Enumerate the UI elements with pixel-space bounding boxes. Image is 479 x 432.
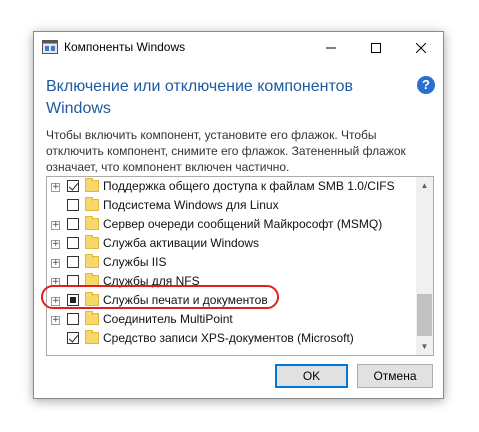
scrollbar-thumb[interactable]	[417, 294, 432, 336]
close-icon	[415, 42, 426, 53]
feature-checkbox[interactable]	[67, 180, 79, 192]
scroll-up-arrow-icon[interactable]: ▲	[416, 177, 433, 194]
ok-button[interactable]: OK	[275, 364, 348, 388]
feature-row[interactable]: Подсистема Windows для Linux	[47, 197, 417, 216]
feature-row[interactable]: + Поддержка общего доступа к файлам SMB 1…	[47, 178, 417, 197]
minimize-icon	[325, 47, 336, 48]
feature-label: Соединитель MultiPoint	[103, 312, 233, 326]
highlight-annotation	[41, 285, 279, 309]
folder-icon	[85, 254, 99, 268]
feature-checkbox[interactable]	[67, 332, 79, 344]
expand-plus-icon[interactable]: +	[51, 259, 60, 268]
folder-icon	[85, 216, 99, 230]
feature-checkbox[interactable]	[67, 313, 79, 325]
feature-checkbox[interactable]	[67, 256, 79, 268]
dialog-heading: Включение или отключение компонентов Win…	[46, 78, 353, 117]
feature-row[interactable]: + Службы IIS	[47, 254, 417, 273]
maximize-icon	[370, 42, 381, 53]
feature-row[interactable]: + Соединитель MultiPoint	[47, 311, 417, 330]
help-icon[interactable]: ?	[417, 76, 435, 94]
window-title: Компоненты Windows	[64, 40, 186, 54]
cancel-button[interactable]: Отмена	[357, 364, 433, 388]
feature-row[interactable]: + Служба активации Windows	[47, 235, 417, 254]
feature-label: Служба активации Windows	[103, 236, 260, 250]
close-button[interactable]	[398, 32, 443, 63]
feature-label: Службы IIS	[103, 255, 167, 269]
feature-label: Поддержка общего доступа к файлам SMB 1.…	[103, 179, 395, 193]
feature-label: Средство записи XPS-документов (Microsof…	[103, 331, 354, 345]
feature-checkbox[interactable]	[67, 218, 79, 230]
vertical-scrollbar[interactable]: ▲ ▼	[416, 177, 433, 355]
title-bar[interactable]: Компоненты Windows	[34, 32, 443, 63]
maximize-button[interactable]	[353, 32, 398, 63]
folder-icon	[85, 311, 99, 325]
folder-icon	[85, 197, 99, 211]
feature-row[interactable]: Средство записи XPS-документов (Microsof…	[47, 330, 417, 349]
expand-plus-icon[interactable]: +	[51, 240, 60, 249]
scroll-down-arrow-icon[interactable]: ▼	[416, 338, 433, 355]
feature-checkbox[interactable]	[67, 237, 79, 249]
minimize-button[interactable]	[308, 32, 353, 63]
expand-plus-icon[interactable]: +	[51, 183, 60, 192]
folder-icon	[85, 178, 99, 192]
dialog-description: Чтобы включить компонент, установите его…	[46, 128, 406, 174]
expand-plus-icon[interactable]: +	[51, 316, 60, 325]
windows-features-dialog: Компоненты Windows Включение или отключе…	[33, 31, 444, 399]
feature-label: Подсистема Windows для Linux	[103, 198, 279, 212]
folder-icon	[85, 330, 99, 344]
features-tree[interactable]: + Поддержка общего доступа к файлам SMB 1…	[46, 176, 434, 356]
feature-checkbox[interactable]	[67, 199, 79, 211]
feature-row[interactable]: + Сервер очереди сообщений Майкрософт (MS…	[47, 216, 417, 235]
folder-icon	[85, 235, 99, 249]
expand-plus-icon[interactable]: +	[51, 221, 60, 230]
feature-label: Сервер очереди сообщений Майкрософт (MSM…	[103, 217, 383, 231]
windows-features-app-icon	[42, 40, 58, 54]
